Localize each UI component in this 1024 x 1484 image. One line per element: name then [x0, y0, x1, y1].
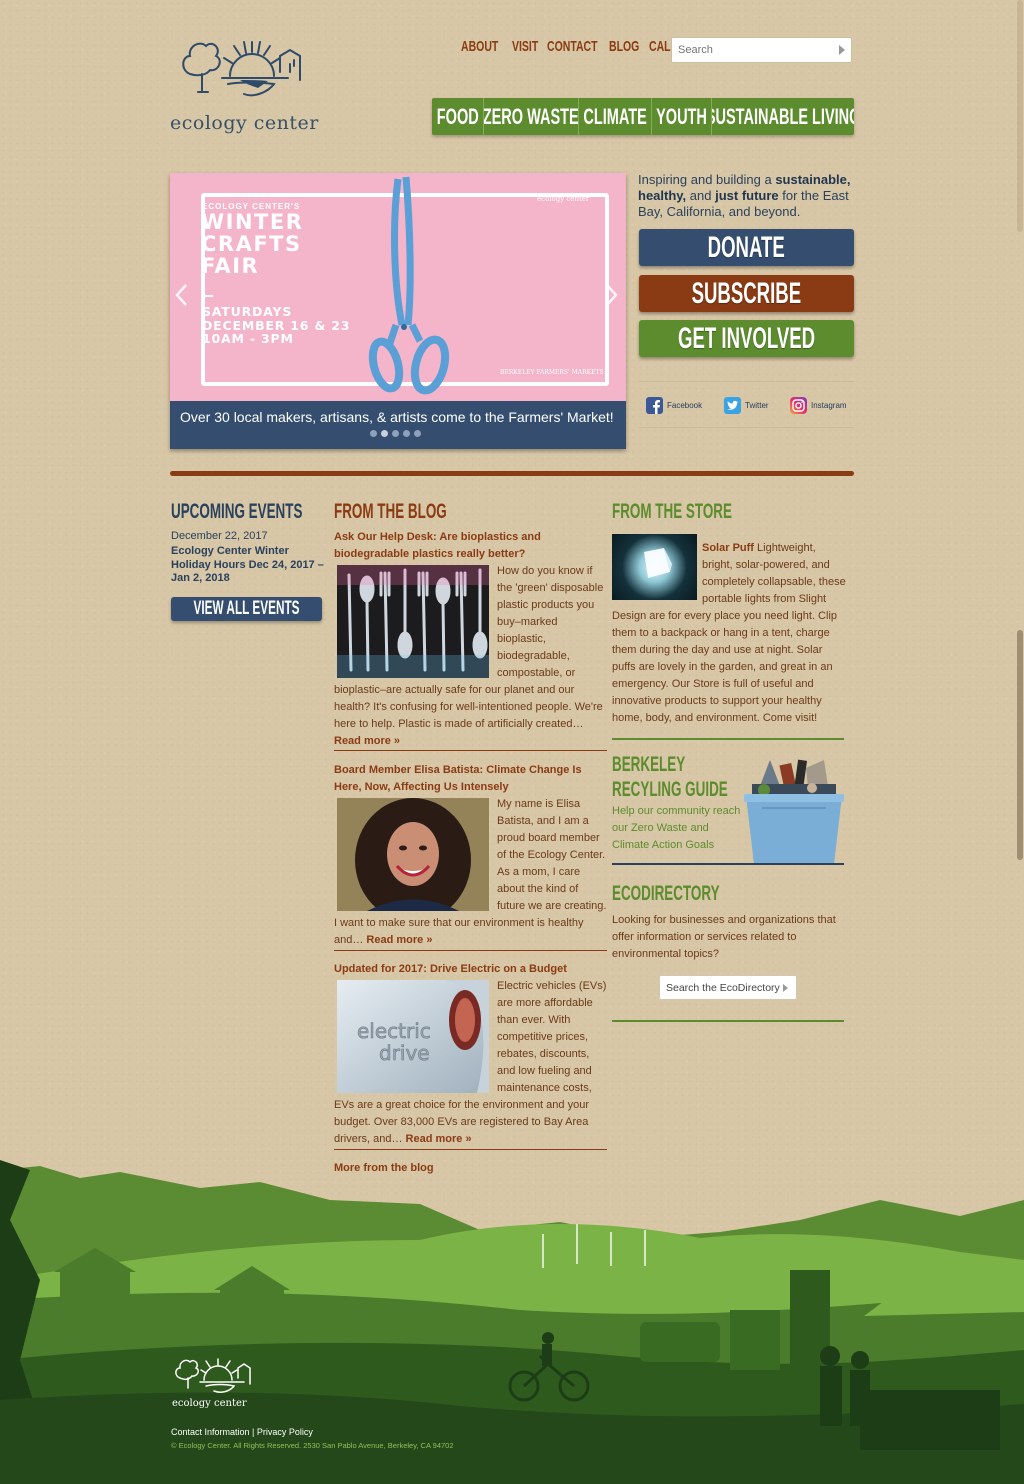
nav-visit[interactable]: VISIT — [512, 38, 538, 55]
read-more-link[interactable]: Read more » — [366, 934, 432, 946]
blog-heading: FROM THE BLOG — [334, 500, 447, 523]
slide-image[interactable]: ECOLOGY CENTER'S WINTER CRAFTS FAIR SATU… — [170, 173, 626, 401]
blog-post: Updated for 2017: Drive Electric on a Bu… — [334, 961, 607, 1150]
footer-logo-icon[interactable] — [172, 1356, 256, 1398]
scissors-icon — [368, 176, 450, 395]
store-description: Solar Puff Lightweight, bright, solar-po… — [612, 542, 846, 724]
scrollbar-track[interactable] — [1017, 0, 1023, 232]
hero-slider[interactable]: ECOLOGY CENTER'S WINTER CRAFTS FAIR SATU… — [170, 173, 626, 449]
view-all-events-button[interactable]: VIEW ALL EVENTS — [171, 597, 322, 621]
slide-dot[interactable] — [381, 430, 388, 437]
read-more-link[interactable]: Read more » — [406, 1133, 472, 1145]
slide-dots — [370, 430, 421, 437]
read-more-link[interactable]: Read more » — [334, 735, 400, 747]
portrait-image[interactable] — [337, 798, 489, 911]
nav-blog[interactable]: BLOG — [609, 38, 639, 55]
slide-caption[interactable]: Over 30 local makers, artisans, & artist… — [170, 401, 626, 449]
scrollbar-thumb[interactable] — [1017, 630, 1023, 860]
store-divider — [612, 738, 844, 740]
ecodirectory-text: Looking for businesses and organizations… — [612, 914, 836, 960]
slide-dash — [203, 295, 213, 297]
twitter-link[interactable]: Twitter — [724, 397, 769, 414]
contact-information-link[interactable]: Contact Information — [171, 1427, 250, 1437]
search-submit-icon[interactable] — [839, 45, 845, 55]
slide-market-logo: BERKELEY FARMERS' MARKETS — [500, 369, 604, 376]
slide-dot[interactable] — [414, 430, 421, 437]
electric-car-image[interactable]: electric drive — [337, 980, 489, 1093]
cutlery-image[interactable] — [337, 565, 489, 678]
logo-illustration-icon — [182, 41, 301, 97]
blog-post: Ask Our Help Desk: Are bioplastics and b… — [334, 529, 607, 751]
slide-next-icon[interactable] — [605, 283, 619, 307]
twitter-icon — [724, 397, 741, 414]
subscribe-button[interactable]: SUBSCRIBE — [639, 275, 854, 312]
slide-brand-logo: ecology center — [537, 195, 590, 203]
footer-links: Contact Information | Privacy Policy — [171, 1427, 313, 1437]
blog-post-title[interactable]: Board Member Elisa Batista: Climate Chan… — [334, 762, 607, 796]
slide-dot[interactable] — [392, 430, 399, 437]
svg-text:drive: drive — [379, 1041, 430, 1065]
search-input[interactable] — [672, 38, 822, 62]
slide-dot[interactable] — [370, 430, 377, 437]
mission-statement: Inspiring and building a sustainable, he… — [638, 172, 851, 219]
search-ecodirectory-button[interactable]: Search the EcoDirectory — [659, 975, 797, 1000]
section-divider — [170, 471, 854, 476]
facebook-icon — [646, 397, 663, 414]
recycling-guide-text: Help our community reach our Zero Waste … — [612, 805, 741, 851]
main-navigation: FOOD ZERO WASTE CLIMATE YOUTH SUSTAINABL… — [432, 98, 854, 135]
events-heading: UPCOMING EVENTS — [171, 500, 303, 523]
donate-button[interactable]: DONATE — [639, 229, 854, 266]
slide-title: WINTER CRAFTS FAIR — [201, 210, 304, 278]
recycling-guide-heading[interactable]: BERKELEY RECYLING GUIDE — [612, 752, 728, 802]
footer-landscape-illustration — [0, 1160, 1024, 1484]
store-heading: FROM THE STORE — [612, 500, 732, 523]
nav-contact[interactable]: CONTACT — [547, 38, 598, 55]
mainnav-climate[interactable]: CLIMATE — [579, 98, 652, 135]
blog-post-title[interactable]: Updated for 2017: Drive Electric on a Bu… — [334, 961, 607, 978]
slide-dot[interactable] — [403, 430, 410, 437]
slide-date: SATURDAYS DECEMBER 16 & 23 10AM - 3PM — [202, 304, 351, 346]
social-links: Facebook Twitter Instagram — [639, 381, 854, 428]
instagram-link[interactable]: Instagram — [790, 397, 847, 414]
mainnav-sustainable-living[interactable]: SUSTAINABLE LIVING — [712, 98, 854, 135]
nav-about[interactable]: ABOUT — [461, 38, 498, 55]
instagram-icon — [790, 397, 807, 414]
footer-logo-text: ecology center — [172, 1398, 247, 1409]
svg-text:electric: electric — [357, 1019, 431, 1043]
ecodirectory-divider — [612, 1020, 844, 1022]
arrow-right-icon — [783, 984, 788, 992]
event-date: December 22, 2017 — [171, 530, 268, 542]
recycling-divider — [612, 863, 844, 865]
blog-post: Board Member Elisa Batista: Climate Chan… — [334, 762, 607, 951]
mainnav-food[interactable]: FOOD — [432, 98, 484, 135]
get-involved-button[interactable]: GET INVOLVED — [639, 320, 854, 357]
copyright-text: © Ecology Center. All Rights Reserved. 2… — [171, 1441, 454, 1450]
mainnav-zero-waste[interactable]: ZERO WASTE — [484, 98, 579, 135]
recycling-bin-icon[interactable] — [742, 756, 846, 864]
ecodirectory-heading: ECODIRECTORY — [612, 882, 720, 905]
facebook-link[interactable]: Facebook — [646, 397, 702, 414]
blog-post-title[interactable]: Ask Our Help Desk: Are bioplastics and b… — [334, 529, 607, 563]
privacy-policy-link[interactable]: Privacy Policy — [257, 1427, 313, 1437]
store-product-name[interactable]: Solar Puff — [702, 542, 754, 554]
event-title-link[interactable]: Ecology Center Winter Holiday Hours Dec … — [171, 545, 326, 586]
slide-caption-text: Over 30 local makers, artisans, & artist… — [180, 409, 614, 425]
logo-text: ecology center — [170, 112, 319, 134]
search-box — [671, 37, 852, 63]
site-logo[interactable]: ecology center — [170, 36, 330, 140]
mainnav-youth[interactable]: YOUTH — [652, 98, 712, 135]
slide-prev-icon[interactable] — [174, 283, 188, 307]
